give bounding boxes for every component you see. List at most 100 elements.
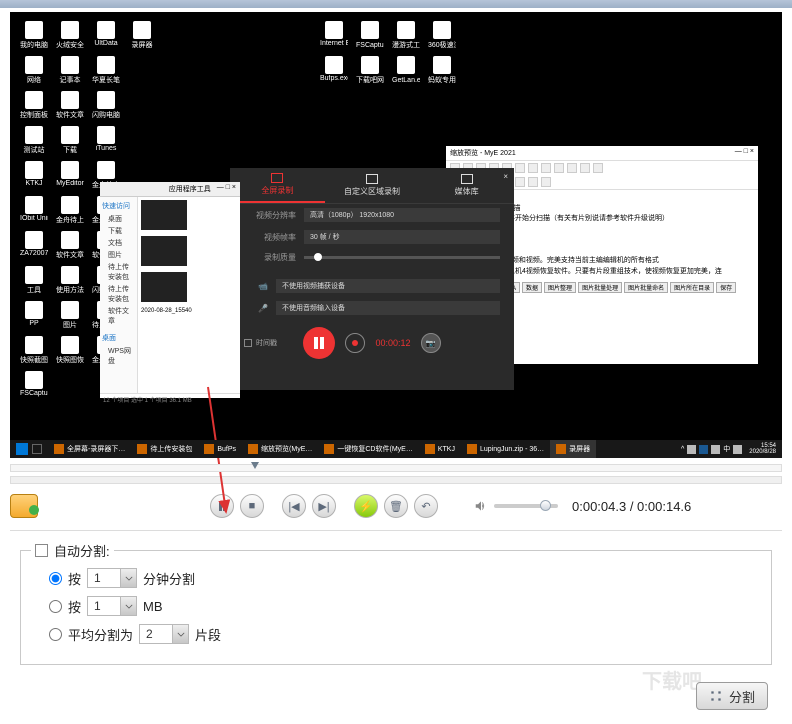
desktop-icon[interactable]: 快照图恢复 <box>56 333 84 368</box>
video-device-select[interactable]: 不使用视频捕获设备 <box>276 279 500 293</box>
video-preview: 我的电脑火绒安全软件UltData录屏器网络记事本华夏长笔高数据管理工具控制面板… <box>10 12 782 458</box>
pause-button[interactable] <box>303 327 335 359</box>
desktop-icon[interactable]: 蚂蚁专用编辑器-快 <box>428 53 456 88</box>
desktop-icon[interactable]: 网络 <box>20 53 48 88</box>
title-bar <box>0 0 792 8</box>
start-button[interactable] <box>16 443 28 455</box>
taskbar-item[interactable]: 一键恢复CD软件(MyE… <box>318 440 418 458</box>
volume-icon <box>474 499 488 513</box>
desktop-icon[interactable]: 闪购电脑录屏器 <box>92 88 120 123</box>
taskbar-item[interactable]: 录屏器 <box>550 440 596 458</box>
taskbar-item[interactable]: 全屏幕-录屏器下… <box>48 440 131 458</box>
desktop-icon[interactable]: 测试站 <box>20 123 48 158</box>
desktop-icon[interactable]: 记事本 <box>56 53 84 88</box>
taskbar-item[interactable]: KTKJ <box>419 440 461 458</box>
desktop-icon[interactable]: 使用方法.txt <box>56 263 84 298</box>
white-win-title: 缩放预览 - MyE 2021 <box>450 148 516 158</box>
desktop-icon[interactable]: 华夏长笔高数据管理工具 <box>92 53 120 88</box>
desktop-icon[interactable]: 金舟待上传安装包 <box>56 193 84 228</box>
desktop-icon[interactable]: FSCapture <box>20 368 48 400</box>
stop-button[interactable]: ■ <box>240 494 264 518</box>
tool-button[interactable]: 保存 <box>716 282 736 293</box>
tool-button[interactable]: 图片批量命名 <box>624 282 668 293</box>
quality-slider[interactable] <box>304 256 500 259</box>
audio-device-select[interactable]: 不使用音频输入设备 <box>276 301 500 315</box>
prev-button[interactable]: |◀ <box>282 494 306 518</box>
tab-region[interactable]: 自定义区域录制 <box>325 168 420 203</box>
timestamp-checkbox[interactable] <box>244 339 252 347</box>
desktop-icon[interactable]: Internet Explorer <box>320 18 348 53</box>
timeline-area <box>10 464 782 484</box>
timeline-track[interactable] <box>10 464 782 472</box>
desktop-icon[interactable]: 软件文章 <box>56 88 84 123</box>
desktop-icon[interactable]: 下载 <box>56 123 84 158</box>
separator <box>10 530 782 531</box>
auto-split-fieldset: 自动分割: 按 1 分钟分割 按 1 MB 平均分割为 2 片段 <box>20 541 772 665</box>
recording-panel: × 全屏录制 自定义区域录制 媒体库 视频分辨率高清（1080p） 1920x1… <box>230 168 514 390</box>
screenshot-button[interactable]: 📷 <box>421 333 441 353</box>
desktop-icon[interactable]: FSCapture-快捷方式 <box>356 18 384 53</box>
desktop-icons-mid: Internet Explorer FSCapture-快捷方式漫游式工具 360极… <box>320 18 456 88</box>
footer: 分割 <box>696 682 768 710</box>
desktop-icon[interactable]: MyEditor <box>56 158 84 193</box>
desktop-icon[interactable]: 360极速浏览器 <box>428 18 456 53</box>
desktop-icon[interactable]: 火绒安全软件 <box>56 18 84 53</box>
desktop-icon[interactable]: 控制面板 <box>20 88 48 123</box>
scissors-icon <box>709 689 723 703</box>
desktop-icon[interactable]: 软件文章 <box>56 228 84 263</box>
tab-fullscreen[interactable]: 全屏录制 <box>230 168 325 203</box>
split-by-size-radio[interactable] <box>49 600 62 613</box>
desktop-icon[interactable]: 图片 <box>56 298 84 333</box>
desktop-icon[interactable]: KTKJ <box>20 158 48 193</box>
desktop-icon[interactable]: ZA72007 SoftwareU <box>20 228 48 263</box>
desktop-icon[interactable]: 漫游式工具 <box>392 18 420 53</box>
desktop-screenshot: 我的电脑火绒安全软件UltData录屏器网络记事本华夏长笔高数据管理工具控制面板… <box>10 12 782 458</box>
tool-button[interactable]: 图片所在目录 <box>670 282 714 293</box>
minute-spinner[interactable]: 1 <box>87 568 137 588</box>
taskbar-item[interactable]: 缩放预览(MyE… <box>242 440 318 458</box>
volume-slider[interactable] <box>494 504 558 508</box>
resolution-select[interactable]: 高清（1080p） 1920x1080 <box>304 208 500 222</box>
tool-button[interactable]: 图片批量处理 <box>578 282 622 293</box>
segments-spinner[interactable]: 2 <box>139 624 189 644</box>
windows-taskbar: 全屏幕-录屏器下…待上传安装包BufPs缩放预览(MyE…一键恢复CD软件(My… <box>10 440 782 458</box>
desktop-icon[interactable]: iTunes <box>92 123 120 158</box>
tool-button[interactable]: 数据 <box>522 282 542 293</box>
auto-split-checkbox[interactable] <box>35 544 48 557</box>
size-spinner[interactable]: 1 <box>87 596 137 616</box>
open-folder-button[interactable] <box>10 494 38 518</box>
explorer-window: 应用程序工具— □ × 快速访问 桌面下载文档图片待上传安装包待上传安装包软件文… <box>100 182 240 398</box>
desktop-icon[interactable]: 我的电脑 <box>20 18 48 53</box>
desktop-icon[interactable]: 录屏器 <box>128 18 156 53</box>
split-button[interactable]: 分割 <box>696 682 768 710</box>
desktop-icon[interactable]: 快照截图器 <box>20 333 48 368</box>
desktop-icon[interactable]: PP <box>20 298 48 333</box>
desktop-icon[interactable]: 下载吧网站.htm <box>356 53 384 88</box>
desktop-icon[interactable]: GetLan.exe 快捷方式 <box>392 53 420 88</box>
taskbar-item[interactable]: BufPs <box>198 440 242 458</box>
play-pause-button[interactable] <box>210 494 234 518</box>
close-icon[interactable]: — □ × <box>735 148 754 158</box>
taskbar-item[interactable]: LupingJun.zip - 36… <box>461 440 550 458</box>
split-by-minute-radio[interactable] <box>49 572 62 585</box>
taskbar-item[interactable]: 待上传安装包 <box>131 440 198 458</box>
desktop-icon[interactable]: IObit Uninstaller <box>20 193 48 228</box>
transport-toolbar: ■ |◀ ▶| ⚡ 🗑 ↶ 0:00:04.3 / 0:00:14.6 <box>10 494 782 518</box>
next-button[interactable]: ▶| <box>312 494 336 518</box>
desktop-icon[interactable]: Bufps.exe <box>320 53 348 88</box>
watermark: 下载吧 <box>642 665 702 694</box>
effect-button[interactable]: ⚡ <box>354 494 378 518</box>
auto-split-label: 自动分割: <box>54 541 110 560</box>
record-button[interactable] <box>345 333 365 353</box>
close-icon[interactable]: × <box>503 172 508 181</box>
desktop-icon[interactable]: 工具 <box>20 263 48 298</box>
desktop-icon[interactable]: UltData <box>92 18 120 53</box>
undo-button[interactable]: ↶ <box>414 494 438 518</box>
delete-button[interactable]: 🗑 <box>384 494 408 518</box>
tool-button[interactable]: 图片整理 <box>544 282 576 293</box>
tab-media[interactable]: 媒体库 <box>419 168 514 203</box>
fps-select[interactable]: 30 帧 / 秒 <box>304 230 500 244</box>
timeline-ruler <box>10 476 782 484</box>
playhead-marker[interactable] <box>251 462 259 469</box>
split-average-radio[interactable] <box>49 628 62 641</box>
